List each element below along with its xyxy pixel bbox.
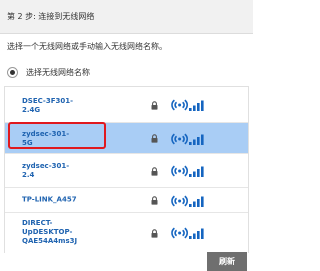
radio-dot xyxy=(10,69,15,75)
network-name: DIRECT- UpDESKTOP- QAE54A4ms3J xyxy=(22,219,77,246)
lock-icon xyxy=(151,228,158,238)
lock-icon xyxy=(151,134,158,143)
wifi-signal-icon xyxy=(171,165,204,177)
network-name: TP-LINK_A457 xyxy=(22,195,77,204)
network-name-line: DSEC-3F301- xyxy=(22,97,74,105)
network-row-tp-link-a457[interactable]: TP-LINK_A457 xyxy=(5,188,248,213)
network-row-zydsec-301-2.4[interactable]: zydsec-301- 2.4 xyxy=(5,154,248,188)
wifi-signal-icon xyxy=(171,99,204,111)
network-name-line: DIRECT- xyxy=(22,219,53,227)
select-network-option[interactable]: 选择无线网络名称 xyxy=(7,66,90,78)
network-row-dsec-3f301-2.4g[interactable]: DSEC-3F301- 2.4G xyxy=(5,87,248,123)
network-list[interactable]: DSEC-3F301- 2.4G zydsec-301- 5G zydsec-3… xyxy=(4,86,249,253)
refresh-button[interactable]: 刷新 xyxy=(207,252,247,271)
lock-icon xyxy=(151,196,158,205)
lock-icon xyxy=(151,166,158,176)
radio-button[interactable] xyxy=(7,66,18,78)
network-name: DSEC-3F301- 2.4G xyxy=(22,97,73,115)
network-name-line: zydsec-301- xyxy=(22,162,70,170)
wifi-signal-icon xyxy=(171,227,204,239)
network-name-line: 2.4 xyxy=(22,171,35,179)
instruction-text: 选择一个无线网络或手动输入无线网络名称。 xyxy=(7,42,167,51)
step-header: 第 2 步: 连接到无线网络 xyxy=(0,0,253,34)
radio-label: 选择无线网络名称 xyxy=(26,67,90,77)
wifi-signal-icon xyxy=(171,195,204,207)
network-name-line: QAE54A4ms3J xyxy=(22,237,78,245)
step-title: 第 2 步: 连接到无线网络 xyxy=(7,12,95,21)
wifi-signal-icon xyxy=(171,133,204,145)
network-name-line: UpDESKTOP- xyxy=(22,228,73,236)
lock-icon xyxy=(151,100,158,110)
network-row-direct-updesktop[interactable]: DIRECT- UpDESKTOP- QAE54A4ms3J xyxy=(5,213,248,253)
network-name: zydsec-301- 2.4 xyxy=(22,162,69,180)
selection-highlight-box xyxy=(8,122,106,149)
network-name-line: 2.4G xyxy=(22,106,41,114)
